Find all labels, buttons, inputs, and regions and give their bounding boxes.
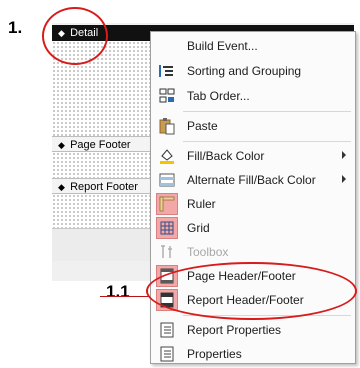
menu-item-label: Toolbox bbox=[187, 245, 229, 259]
alternate-fill-icon bbox=[158, 171, 176, 189]
properties-icon bbox=[158, 345, 176, 363]
menu-item-tab-order[interactable]: Tab Order... bbox=[151, 84, 355, 108]
paste-icon bbox=[158, 117, 176, 135]
menu-separator bbox=[183, 111, 351, 112]
sorting-grouping-icon bbox=[158, 62, 176, 80]
menu-item-label: Fill/Back Color bbox=[187, 149, 265, 163]
highlight-oval-detail bbox=[42, 7, 108, 65]
menu-item-label: Alternate Fill/Back Color bbox=[187, 173, 316, 187]
step-1-1-label: 1.1 bbox=[106, 282, 130, 301]
menu-item-label: Report Properties bbox=[187, 323, 282, 337]
menu-item-label: Properties bbox=[187, 347, 242, 361]
report-footer-section-label: Report Footer bbox=[70, 181, 138, 193]
page-footer-grid[interactable] bbox=[52, 152, 152, 178]
step-1-label: 1. bbox=[8, 18, 23, 37]
highlight-oval-header-footer bbox=[146, 262, 357, 320]
menu-item-alternate-fill[interactable]: Alternate Fill/Back Color bbox=[151, 168, 355, 192]
menu-item-build-event[interactable]: Build Event... bbox=[151, 34, 355, 58]
menu-item-label: Build Event... bbox=[187, 39, 258, 53]
submenu-arrow-icon bbox=[342, 151, 346, 159]
report-footer-grid[interactable] bbox=[52, 194, 152, 228]
menu-item-paste[interactable]: Paste bbox=[151, 114, 355, 138]
menu-item-label: Ruler bbox=[187, 197, 216, 211]
menu-item-report-properties[interactable]: Report Properties bbox=[151, 318, 355, 342]
menu-item-label: Grid bbox=[187, 221, 210, 235]
report-properties-icon bbox=[158, 321, 176, 339]
grid-icon bbox=[158, 219, 176, 237]
page-footer-section-label: Page Footer bbox=[70, 139, 131, 151]
fill-color-icon bbox=[158, 147, 176, 165]
menu-separator bbox=[183, 141, 351, 142]
section-arrow-icon: ◆ bbox=[58, 140, 65, 150]
menu-item-label: Sorting and Grouping bbox=[187, 64, 302, 78]
menu-item-label: Paste bbox=[187, 119, 218, 133]
tab-order-icon bbox=[158, 87, 176, 105]
toolbox-icon bbox=[158, 243, 176, 261]
menu-item-properties[interactable]: Properties bbox=[151, 342, 355, 366]
menu-item-grid[interactable]: Grid bbox=[151, 216, 355, 240]
menu-item-fill-back-color[interactable]: Fill/Back Color bbox=[151, 144, 355, 168]
menu-item-sorting-grouping[interactable]: Sorting and Grouping bbox=[151, 59, 355, 83]
build-event-icon bbox=[158, 37, 176, 55]
menu-item-toolbox[interactable]: Toolbox bbox=[151, 240, 355, 264]
submenu-arrow-icon bbox=[342, 175, 346, 183]
ruler-icon bbox=[158, 195, 176, 213]
section-arrow-icon: ◆ bbox=[58, 182, 65, 192]
menu-item-label: Tab Order... bbox=[187, 89, 250, 103]
menu-item-ruler[interactable]: Ruler bbox=[151, 192, 355, 216]
